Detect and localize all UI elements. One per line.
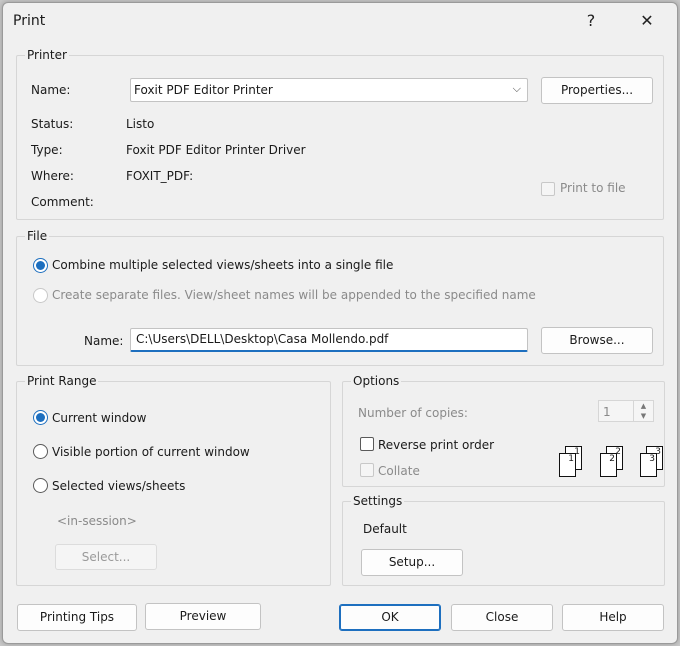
printer-group: Printer Name: Foxit PDF Editor Printer ⌵… <box>16 47 664 220</box>
preview-button[interactable]: Preview <box>145 603 261 630</box>
printer-name-label: Name: <box>31 83 71 97</box>
where-value: FOXIT_PDF: <box>126 169 194 183</box>
chevron-down-icon: ⌵ <box>512 82 521 95</box>
selected-views-radio[interactable] <box>33 478 48 493</box>
collate-label: Collate <box>378 464 420 478</box>
settings-value: Default <box>363 522 407 536</box>
properties-button[interactable]: Properties... <box>541 77 653 104</box>
copies-label: Number of copies: <box>358 406 468 420</box>
status-value: Listo <box>126 117 155 131</box>
where-label: Where: <box>31 169 74 183</box>
comment-label: Comment: <box>31 195 94 209</box>
combine-label: Combine multiple selected views/sheets i… <box>52 258 394 272</box>
dialog-title: Print <box>13 13 46 29</box>
print-to-file-checkbox[interactable] <box>541 182 555 196</box>
file-name-label: Name: <box>84 334 124 348</box>
session-text: <in-session> <box>57 514 137 528</box>
reverse-order-checkbox[interactable] <box>360 437 374 451</box>
setup-button[interactable]: Setup... <box>361 549 463 576</box>
printer-name-select[interactable]: Foxit PDF Editor Printer ⌵ <box>130 78 528 102</box>
separate-radio[interactable] <box>33 288 48 303</box>
options-group: Options Number of copies: 1 ▲ ▼ Reverse p… <box>342 373 666 487</box>
close-icon[interactable]: ✕ <box>632 6 662 36</box>
spin-arrows-icon[interactable]: ▲ ▼ <box>633 401 653 421</box>
copies-value: 1 <box>603 405 611 419</box>
type-label: Type: <box>31 143 63 157</box>
file-legend: File <box>25 228 50 244</box>
current-window-label: Current window <box>52 411 147 425</box>
printing-tips-button[interactable]: Printing Tips <box>17 604 137 631</box>
select-button[interactable]: Select... <box>55 544 157 570</box>
collate-icon-2: 2 2 <box>600 446 626 478</box>
page-sheet: 1 <box>559 453 576 477</box>
copies-stepper[interactable]: 1 ▲ ▼ <box>598 400 654 422</box>
separate-label: Create separate files. View/sheet names … <box>52 288 536 302</box>
visible-portion-label: Visible portion of current window <box>52 445 250 459</box>
file-name-input[interactable]: C:\Users\DELL\Desktop\Casa Mollendo.pdf <box>130 328 528 352</box>
collate-checkbox[interactable] <box>360 463 374 477</box>
combine-radio[interactable] <box>33 258 48 273</box>
file-name-value: C:\Users\DELL\Desktop\Casa Mollendo.pdf <box>136 332 389 346</box>
options-legend: Options <box>351 373 402 389</box>
print-dialog: Print ? ✕ Printer Name: Foxit PDF Editor… <box>2 2 678 644</box>
page-sheet: 3 <box>640 453 657 477</box>
print-to-file-label: Print to file <box>560 181 626 195</box>
visible-portion-radio[interactable] <box>33 444 48 459</box>
collate-icon-3: 3 3 <box>640 446 666 478</box>
status-label: Status: <box>31 117 74 131</box>
close-button[interactable]: Close <box>451 604 553 631</box>
printer-name-value: Foxit PDF Editor Printer <box>134 83 273 97</box>
selected-views-label: Selected views/sheets <box>52 479 186 493</box>
print-range-legend: Print Range <box>25 373 99 389</box>
collate-icon-1: 1 1 <box>559 446 585 478</box>
help-button[interactable]: Help <box>562 604 664 631</box>
settings-group: Settings Default Setup... <box>342 493 665 586</box>
current-window-radio[interactable] <box>33 410 48 425</box>
ok-button[interactable]: OK <box>339 604 441 631</box>
page-sheet: 2 <box>600 453 617 477</box>
print-range-group: Print Range Current window Visible porti… <box>16 373 331 586</box>
browse-button[interactable]: Browse... <box>541 327 653 354</box>
settings-legend: Settings <box>351 493 405 509</box>
type-value: Foxit PDF Editor Printer Driver <box>126 143 306 157</box>
title-bar: Print ? ✕ <box>3 3 677 39</box>
reverse-order-label: Reverse print order <box>378 438 495 452</box>
help-icon[interactable]: ? <box>576 6 606 36</box>
file-group: File Combine multiple selected views/she… <box>16 228 664 366</box>
printer-legend: Printer <box>25 47 69 63</box>
